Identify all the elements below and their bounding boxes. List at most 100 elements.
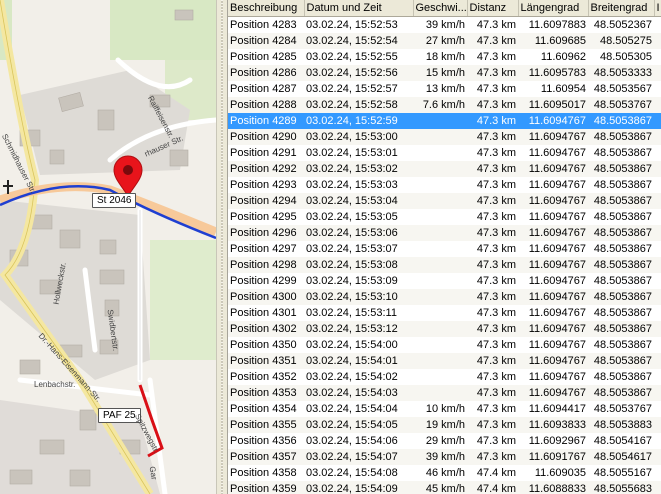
table-row[interactable]: Position 4296 03.02.24, 15:53:06 47.3 km 11… (228, 225, 661, 241)
column-header-beschreibung[interactable]: Beschreibung (228, 0, 305, 17)
table-cell (654, 273, 661, 289)
table-row[interactable]: Position 4301 03.02.24, 15:53:11 47.3 km 11… (228, 305, 661, 321)
table-cell (413, 289, 467, 305)
column-header-distanz[interactable]: Distanz (467, 0, 519, 17)
column-header-breitengrad[interactable]: Breitengrad (588, 0, 655, 17)
table-cell (654, 353, 661, 369)
table-cell: 03.02.24, 15:54:04 (306, 403, 398, 415)
table-cell: Position 4284 (228, 33, 304, 49)
table-row[interactable]: Position 4356 03.02.24, 15:54:06 29 km/h 47… (228, 433, 661, 449)
table-row[interactable]: Position 4294 03.02.24, 15:53:04 47.3 km 11… (228, 193, 661, 209)
table-cell: 48.5053867 (588, 113, 654, 129)
table-row[interactable]: Position 4292 03.02.24, 15:53:02 47.3 km 11… (228, 161, 661, 177)
table-cell: 47.3 km (467, 257, 518, 273)
table-cell (654, 17, 661, 34)
table-cell: 11.6094767 (518, 225, 588, 241)
table-cell: 48.5053867 (588, 385, 654, 401)
table-row[interactable]: Position 4285 03.02.24, 15:52:55 18 km/h 47… (228, 49, 661, 65)
table-cell: 48.5053867 (593, 147, 652, 159)
table-cell (654, 241, 661, 257)
table-cell: 47.3 km (467, 33, 518, 49)
table-cell (654, 401, 661, 417)
column-header-geschwindigkeit[interactable]: Geschwi... (413, 0, 468, 17)
table-cell: 39 km/h (425, 19, 465, 31)
table-row[interactable]: Position 4354 03.02.24, 15:54:04 10 km/h 47… (228, 401, 661, 417)
table-row[interactable]: Position 4295 03.02.24, 15:53:05 47.3 km 11… (228, 209, 661, 225)
column-header-datum[interactable]: Datum und Zeit (304, 0, 414, 17)
table-cell: 11.609685 (518, 33, 588, 49)
table-cell: 11.6093833 (518, 417, 588, 433)
table-cell: Position 4357 (228, 449, 304, 465)
table-row[interactable]: Position 4297 03.02.24, 15:53:07 47.3 km 11… (228, 241, 661, 257)
table-cell: Position 4295 (230, 211, 297, 223)
table-row[interactable]: Position 4289 03.02.24, 15:52:59 47.3 km 11… (228, 113, 661, 129)
table-cell (654, 81, 661, 97)
table-cell: Position 4291 (230, 147, 297, 159)
table-row[interactable]: Position 4302 03.02.24, 15:53:12 47.3 km 11… (228, 321, 661, 337)
table-cell: 48.5053867 (593, 243, 652, 255)
table-cell: 48.505275 (588, 33, 654, 49)
table-cell: 48.5055683 (588, 481, 654, 494)
column-header-extra[interactable]: I (654, 0, 661, 17)
table-cell: Position 4301 (230, 307, 297, 319)
table-cell: 03.02.24, 15:53:06 (304, 225, 413, 241)
table-row[interactable]: Position 4359 03.02.24, 15:54:09 45 km/h 47… (228, 481, 661, 494)
table-cell (413, 273, 467, 289)
table-cell: 48.5052367 (593, 19, 652, 31)
table-cell (654, 33, 661, 49)
column-header-laengengrad[interactable]: Längengrad (518, 0, 589, 17)
table-cell: 7.6 km/h (413, 97, 467, 113)
table-cell: 11.6094417 (528, 403, 586, 415)
table-row[interactable]: Position 4355 03.02.24, 15:54:05 19 km/h 47… (228, 417, 661, 433)
table-row[interactable]: Position 4287 03.02.24, 15:52:57 13 km/h 47… (228, 81, 661, 97)
table-cell: 10 km/h (425, 403, 465, 415)
table-row[interactable]: Position 4298 03.02.24, 15:53:08 47.3 km 11… (228, 257, 661, 273)
table-cell: 48.5053867 (588, 353, 654, 369)
table-cell (654, 289, 661, 305)
table-row[interactable]: Position 4358 03.02.24, 15:54:08 46 km/h 47… (228, 465, 661, 481)
table-row[interactable]: Position 4299 03.02.24, 15:53:09 47.3 km 11… (228, 273, 661, 289)
table-cell: 48.5053867 (588, 257, 654, 273)
table-cell: 27 km/h (413, 33, 467, 49)
table-cell (654, 129, 661, 145)
table-cell: 11.6094767 (528, 211, 586, 223)
table-cell: 13 km/h (425, 83, 465, 95)
table-cell: 03.02.24, 15:54:02 (306, 371, 398, 383)
table-cell (654, 449, 661, 465)
table-row[interactable]: Position 4284 03.02.24, 15:52:54 27 km/h 47… (228, 33, 661, 49)
table-row[interactable]: Position 4283 03.02.24, 15:52:53 39 km/h 47… (228, 17, 661, 34)
table-row[interactable]: Position 4353 03.02.24, 15:54:03 47.3 km 11… (228, 385, 661, 401)
table-row[interactable]: Position 4286 03.02.24, 15:52:56 15 km/h 47… (228, 65, 661, 81)
table-row[interactable]: Position 4351 03.02.24, 15:54:01 47.3 km 11… (228, 353, 661, 369)
table-cell: 47.3 km (476, 275, 516, 287)
table-cell (654, 193, 661, 209)
table-row[interactable]: Position 4291 03.02.24, 15:53:01 47.3 km 11… (228, 145, 661, 161)
table-cell: Position 4356 (230, 435, 297, 447)
table-cell: 11.6094767 (518, 193, 588, 209)
table-cell: 47.3 km (467, 449, 518, 465)
table-cell: 11.6094767 (528, 275, 586, 287)
table-cell: 03.02.24, 15:54:03 (304, 385, 413, 401)
table-row[interactable]: Position 4352 03.02.24, 15:54:02 47.3 km 11… (228, 369, 661, 385)
table-cell (413, 305, 467, 321)
table-cell (413, 113, 467, 129)
table-row[interactable]: Position 4350 03.02.24, 15:54:00 47.3 km 11… (228, 337, 661, 353)
table-cell: Position 4286 (228, 65, 304, 81)
table-cell (654, 417, 661, 433)
table-cell: 48.5054617 (588, 449, 654, 465)
table-cell: 11.6088833 (518, 481, 588, 494)
positions-table-view[interactable]: Beschreibung Datum und Zeit Geschwi... D… (228, 0, 661, 494)
table-row[interactable]: Position 4357 03.02.24, 15:54:07 39 km/h 47… (228, 449, 661, 465)
splitter-handle[interactable] (216, 0, 228, 494)
table-cell: 47.3 km (476, 51, 516, 63)
table-cell (413, 225, 467, 241)
table-row[interactable]: Position 4288 03.02.24, 15:52:58 7.6 km/h 4… (228, 97, 661, 113)
table-row[interactable]: Position 4290 03.02.24, 15:53:00 47.3 km 11… (228, 129, 661, 145)
table-cell: 03.02.24, 15:54:00 (306, 339, 398, 351)
table-cell: 48.5053867 (588, 225, 654, 241)
table-row[interactable]: Position 4300 03.02.24, 15:53:10 47.3 km 11… (228, 289, 661, 305)
table-cell (654, 49, 661, 65)
table-row[interactable]: Position 4293 03.02.24, 15:53:03 47.3 km 11… (228, 177, 661, 193)
map-view[interactable]: St 2046 PAF 25 Raiffeisenstr. Schmidhaus… (0, 0, 216, 494)
table-cell: 47.3 km (467, 193, 518, 209)
